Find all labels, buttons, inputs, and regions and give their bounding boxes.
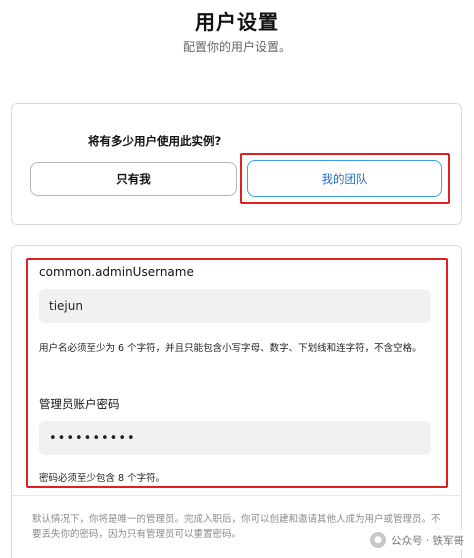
username-label: common.adminUsername — [39, 265, 194, 279]
watermark: ● 公众号 · 铁军哥 — [365, 530, 468, 550]
option-just-me-button[interactable]: 只有我 — [30, 162, 237, 196]
divider — [12, 495, 461, 496]
option-my-team-button[interactable]: 我的团队 — [247, 160, 442, 197]
password-hint: 密码必须至少包含 8 个字符。 — [39, 473, 166, 484]
page-title: 用户设置 — [195, 10, 279, 34]
usage-question: 将有多少用户使用此实例? — [88, 134, 222, 148]
username-input[interactable] — [39, 289, 431, 323]
wechat-icon: ● — [369, 532, 386, 548]
password-label: 管理员账户密码 — [39, 397, 120, 411]
page-subtitle: 配置你的用户设置。 — [182, 40, 291, 54]
usage-card: 将有多少用户使用此实例? 只有我 我的团队 — [11, 103, 462, 225]
password-input[interactable] — [39, 421, 431, 455]
username-hint: 用户名必须至少为 6 个字符，并且只能包含小写字母、数字、下划线和连字符，不含空… — [39, 343, 422, 354]
account-form-card: common.adminUsername 用户名必须至少为 6 个字符，并且只能… — [11, 245, 462, 558]
watermark-text: 公众号 · 铁军哥 — [390, 534, 464, 547]
